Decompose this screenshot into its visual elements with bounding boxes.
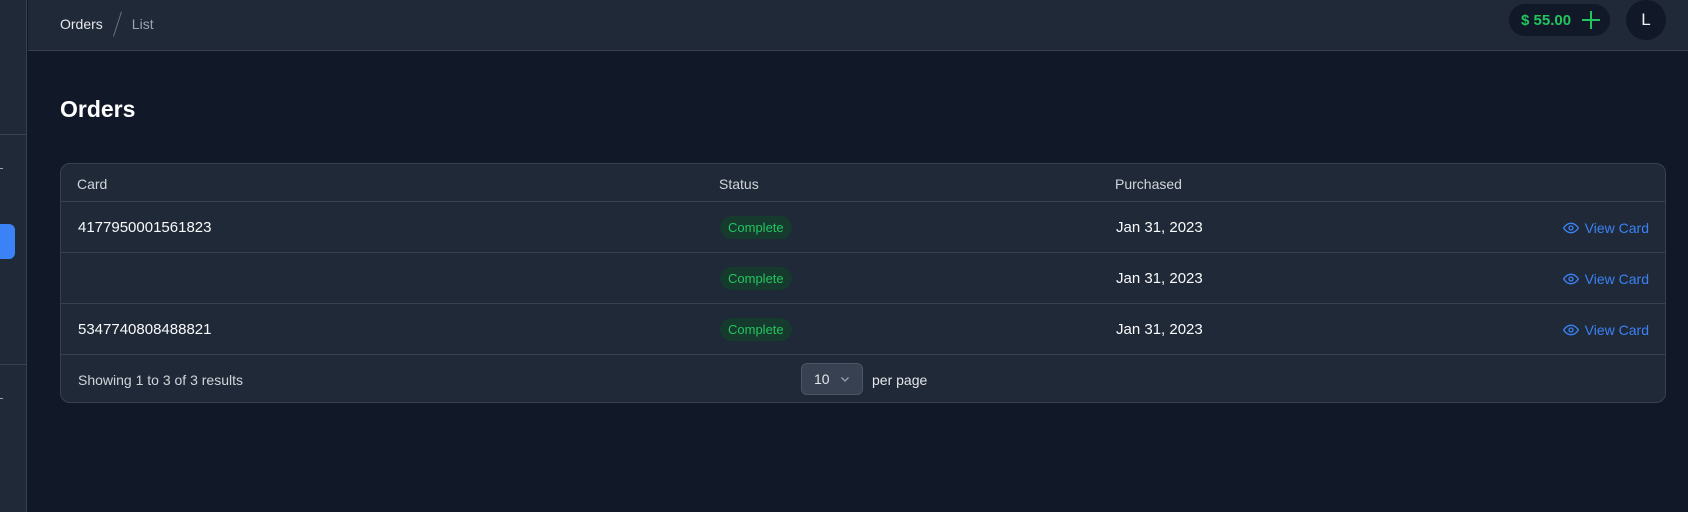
eye-icon bbox=[1562, 273, 1579, 284]
table-header: Card Status Purchased bbox=[61, 164, 1665, 202]
eye-icon bbox=[1562, 222, 1579, 233]
sidebar-nav-item[interactable] bbox=[0, 168, 3, 169]
view-card-button[interactable]: View Card bbox=[1562, 304, 1649, 355]
sidebar-nav-item-active[interactable] bbox=[0, 224, 15, 259]
chevron-down-icon bbox=[841, 377, 849, 382]
table-row: 4177950001561823 Complete Jan 31, 2023 V… bbox=[61, 202, 1665, 253]
balance-widget[interactable]: $ 55.00 bbox=[1509, 4, 1610, 36]
table-row: Complete Jan 31, 2023 View Card bbox=[61, 253, 1665, 304]
table-row: 5347740808488821 Complete Jan 31, 2023 V… bbox=[61, 304, 1665, 355]
sidebar-divider bbox=[0, 134, 27, 135]
balance-amount: $ 55.00 bbox=[1521, 11, 1572, 29]
purchase-date: Jan 31, 2023 bbox=[1116, 270, 1203, 287]
plus-icon[interactable] bbox=[1582, 11, 1600, 29]
avatar[interactable]: L bbox=[1626, 0, 1666, 40]
column-header-purchased: Purchased bbox=[1115, 176, 1182, 192]
per-page-value: 10 bbox=[814, 371, 830, 387]
status-badge: Complete bbox=[720, 216, 792, 239]
pagination-summary: Showing 1 to 3 of 3 results bbox=[78, 372, 243, 388]
eye-icon bbox=[1562, 324, 1579, 335]
status-badge: Complete bbox=[720, 318, 792, 341]
sidebar-divider bbox=[0, 364, 27, 365]
purchase-date: Jan 31, 2023 bbox=[1116, 219, 1203, 236]
status-badge: Complete bbox=[720, 267, 792, 290]
orders-table: Card Status Purchased 4177950001561823 C… bbox=[60, 163, 1666, 403]
status-cell: Complete bbox=[720, 253, 792, 304]
card-number: 5347740808488821 bbox=[78, 321, 212, 338]
page-title: Orders bbox=[60, 96, 136, 122]
status-cell: Complete bbox=[720, 304, 792, 355]
column-header-card: Card bbox=[77, 176, 108, 192]
view-card-label: View Card bbox=[1584, 270, 1649, 287]
sidebar bbox=[0, 0, 27, 512]
per-page-select[interactable]: 10 bbox=[801, 363, 863, 395]
sidebar-nav-item[interactable] bbox=[0, 398, 3, 399]
purchase-date: Jan 31, 2023 bbox=[1116, 321, 1203, 338]
breadcrumb-current: List bbox=[131, 16, 154, 32]
status-cell: Complete bbox=[720, 202, 792, 253]
breadcrumb-orders-link[interactable]: Orders bbox=[60, 16, 103, 32]
table-footer: Showing 1 to 3 of 3 results 10 per page bbox=[61, 355, 1665, 402]
top-bar: Orders List $ 55.00 L bbox=[28, 0, 1688, 51]
breadcrumb: Orders List bbox=[60, 11, 154, 37]
card-number: 4177950001561823 bbox=[78, 219, 212, 236]
column-header-status: Status bbox=[719, 176, 759, 192]
view-card-label: View Card bbox=[1584, 321, 1649, 338]
view-card-button[interactable]: View Card bbox=[1562, 253, 1649, 304]
per-page-label: per page bbox=[872, 372, 928, 388]
breadcrumb-separator bbox=[112, 11, 122, 37]
view-card-button[interactable]: View Card bbox=[1562, 202, 1649, 253]
view-card-label: View Card bbox=[1584, 219, 1649, 236]
